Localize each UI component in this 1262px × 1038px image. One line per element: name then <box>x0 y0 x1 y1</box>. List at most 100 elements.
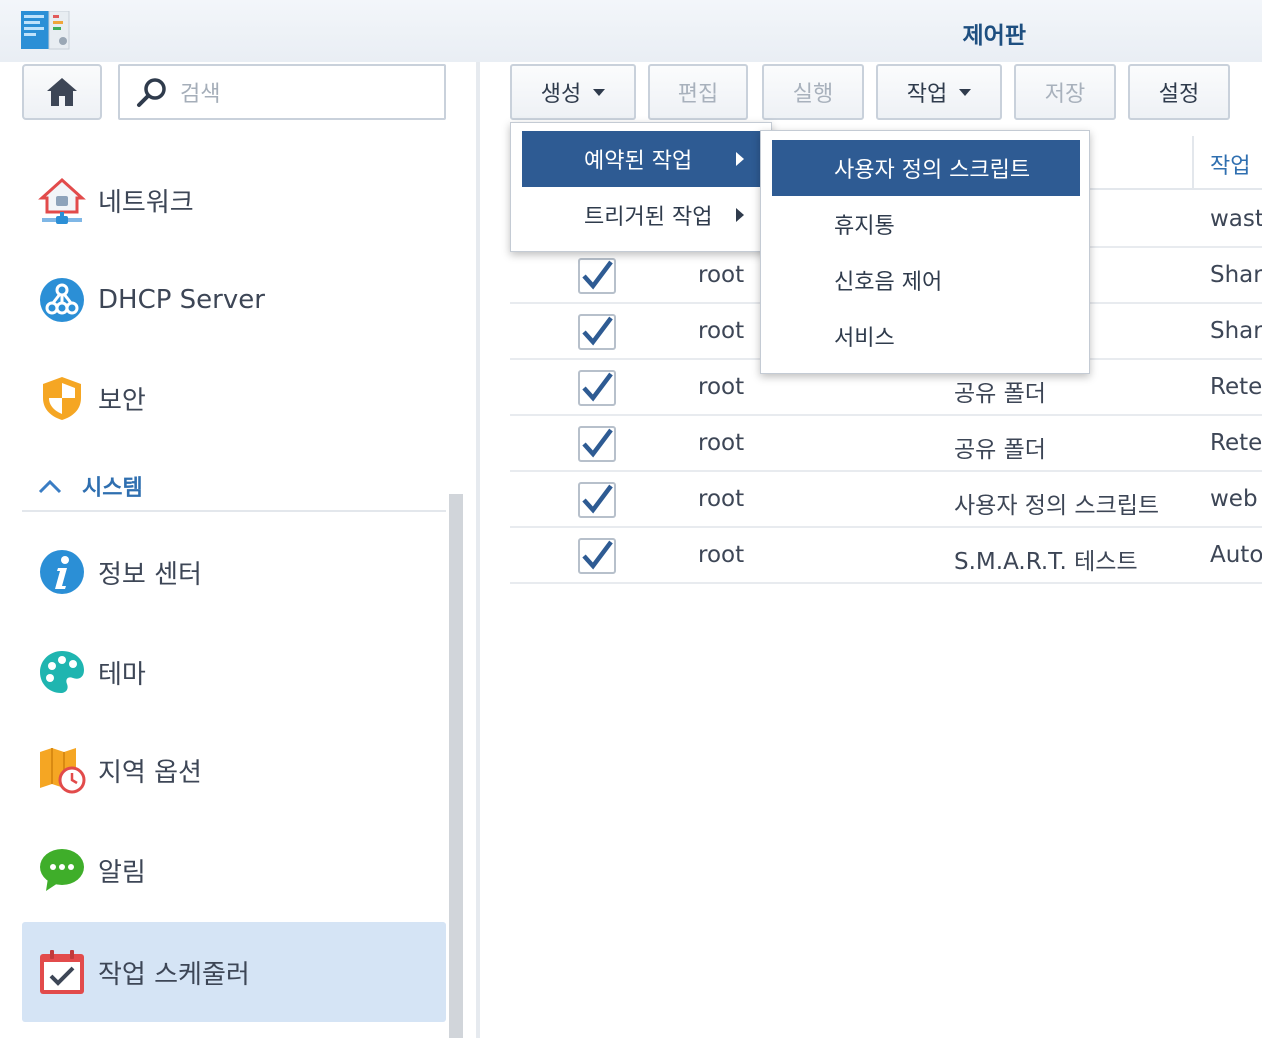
sidebar-item-label: 알림 <box>98 857 146 888</box>
sidebar-item-label: 보안 <box>98 385 146 416</box>
caret-right-icon <box>736 152 744 166</box>
run-button-label: 실행 <box>792 82 834 107</box>
create-button[interactable]: 생성 <box>510 64 636 120</box>
table-row[interactable]: root 사용자 정의 스크립트 web <box>510 472 1262 528</box>
table-row[interactable]: root 공유 폴더 Rete <box>510 416 1262 472</box>
checkmark-icon <box>582 372 613 402</box>
menu-item-label: 트리거된 작업 <box>584 205 713 230</box>
sidebar-item-security[interactable]: 보안 <box>22 348 446 448</box>
cell-task-type: 사용자 정의 스크립트 <box>954 493 1160 519</box>
section-system-header[interactable]: 시스템 <box>22 462 446 512</box>
sidebar-item-label: 정보 센터 <box>98 559 202 590</box>
checkmark-icon <box>582 260 613 290</box>
enabled-checkbox[interactable] <box>578 370 616 406</box>
sidebar-item-label: 지역 옵션 <box>98 757 202 788</box>
cell-owner: root <box>698 318 745 344</box>
checkmark-icon <box>582 540 613 570</box>
menu-item-user-defined-script[interactable]: 사용자 정의 스크립트 <box>772 140 1080 196</box>
create-menu: 예약된 작업 트리거된 작업 <box>510 122 772 252</box>
dhcp-server-icon <box>40 278 84 322</box>
menu-item-service[interactable]: 서비스 <box>772 308 1080 364</box>
sidebar-item-theme[interactable]: 테마 <box>22 622 446 722</box>
cell-owner: root <box>698 486 745 512</box>
menu-item-recycle-bin[interactable]: 휴지통 <box>772 196 1080 252</box>
sidebar-divider[interactable] <box>476 62 480 1038</box>
home-icon <box>47 78 77 106</box>
menu-item-label: 신호음 제어 <box>834 270 943 295</box>
sidebar-item-label: 테마 <box>98 659 146 690</box>
sidebar-item-info-center[interactable]: 정보 센터 <box>22 522 446 622</box>
security-shield-icon <box>43 377 81 420</box>
cell-owner: root <box>698 542 745 568</box>
menu-item-triggered-task[interactable]: 트리거된 작업 <box>522 187 762 243</box>
save-button[interactable]: 저장 <box>1014 64 1116 120</box>
run-button[interactable]: 실행 <box>762 64 864 120</box>
network-icon <box>38 177 86 224</box>
checkmark-icon <box>582 484 613 514</box>
info-icon <box>40 550 84 594</box>
cell-action: Rete <box>1210 374 1262 400</box>
search-icon <box>137 78 166 107</box>
menu-item-label: 예약된 작업 <box>584 149 693 174</box>
enabled-checkbox[interactable] <box>578 482 616 518</box>
sidebar-item-label: 네트워크 <box>98 187 194 218</box>
sidebar-scrollbar[interactable] <box>449 494 463 1038</box>
menu-item-label: 휴지통 <box>834 214 895 239</box>
cell-owner: root <box>698 374 745 400</box>
enabled-checkbox[interactable] <box>578 538 616 574</box>
action-button-label: 작업 <box>906 82 948 107</box>
menu-item-scheduled-task[interactable]: 예약된 작업 <box>522 131 762 187</box>
settings-button[interactable]: 설정 <box>1128 64 1230 120</box>
cell-action: Shar <box>1210 318 1262 344</box>
title-bar: 제어판 <box>0 0 1262 62</box>
cell-action: wast <box>1210 206 1262 232</box>
column-separator[interactable] <box>1192 136 1194 190</box>
action-button[interactable]: 작업 <box>876 64 1002 120</box>
sidebar-item-dhcp-server[interactable]: DHCP Server <box>22 250 446 350</box>
sidebar-item-notification[interactable]: 알림 <box>22 820 446 920</box>
cell-owner: root <box>698 262 745 288</box>
cell-task-type: 공유 폴더 <box>954 437 1046 463</box>
caret-down-icon <box>959 88 972 96</box>
chevron-up-icon <box>38 479 62 494</box>
save-button-label: 저장 <box>1044 82 1086 107</box>
enabled-checkbox[interactable] <box>578 258 616 294</box>
cell-action: Rete <box>1210 430 1262 456</box>
table-row[interactable]: root S.M.A.R.T. 테스트 Auto <box>510 528 1262 584</box>
palette-icon <box>40 651 84 693</box>
caret-down-icon <box>593 88 606 96</box>
checkmark-icon <box>582 428 613 458</box>
section-system-label: 시스템 <box>82 476 143 501</box>
cell-owner: root <box>698 430 745 456</box>
window-title: 제어판 <box>962 23 1026 49</box>
sidebar-item-label: 작업 스케줄러 <box>98 959 250 990</box>
edit-button-label: 편집 <box>677 82 719 107</box>
cell-action: Shar <box>1210 262 1262 288</box>
checkmark-icon <box>582 316 613 346</box>
column-header-action[interactable]: 작업 <box>1210 148 1250 180</box>
home-button[interactable] <box>22 64 102 120</box>
sidebar-item-task-scheduler[interactable]: 작업 스케줄러 <box>22 922 446 1022</box>
cell-action: web <box>1210 486 1258 512</box>
menu-item-beep-control[interactable]: 신호음 제어 <box>772 252 1080 308</box>
search-input[interactable]: 검색 <box>118 64 446 120</box>
chat-bubble-icon <box>40 849 84 891</box>
enabled-checkbox[interactable] <box>578 314 616 350</box>
sidebar-item-label: DHCP Server <box>98 285 265 315</box>
menu-item-label: 서비스 <box>834 326 895 351</box>
cell-task-type: S.M.A.R.T. 테스트 <box>954 549 1138 575</box>
regional-map-clock-icon <box>40 748 86 794</box>
create-button-label: 생성 <box>540 82 582 107</box>
cell-action: Auto <box>1210 542 1262 568</box>
enabled-checkbox[interactable] <box>578 426 616 462</box>
settings-button-label: 설정 <box>1158 82 1200 107</box>
menu-item-label: 사용자 정의 스크립트 <box>834 158 1031 183</box>
cell-task-type: 공유 폴더 <box>954 381 1046 407</box>
edit-button[interactable]: 편집 <box>648 64 748 120</box>
caret-right-icon <box>736 208 744 222</box>
scheduled-task-submenu: 사용자 정의 스크립트 휴지통 신호음 제어 서비스 <box>760 130 1090 374</box>
sidebar-item-regional-options[interactable]: 지역 옵션 <box>22 720 446 820</box>
sidebar-item-network[interactable]: 네트워크 <box>22 150 446 250</box>
calendar-check-icon <box>40 950 84 994</box>
search-placeholder: 검색 <box>180 82 221 107</box>
